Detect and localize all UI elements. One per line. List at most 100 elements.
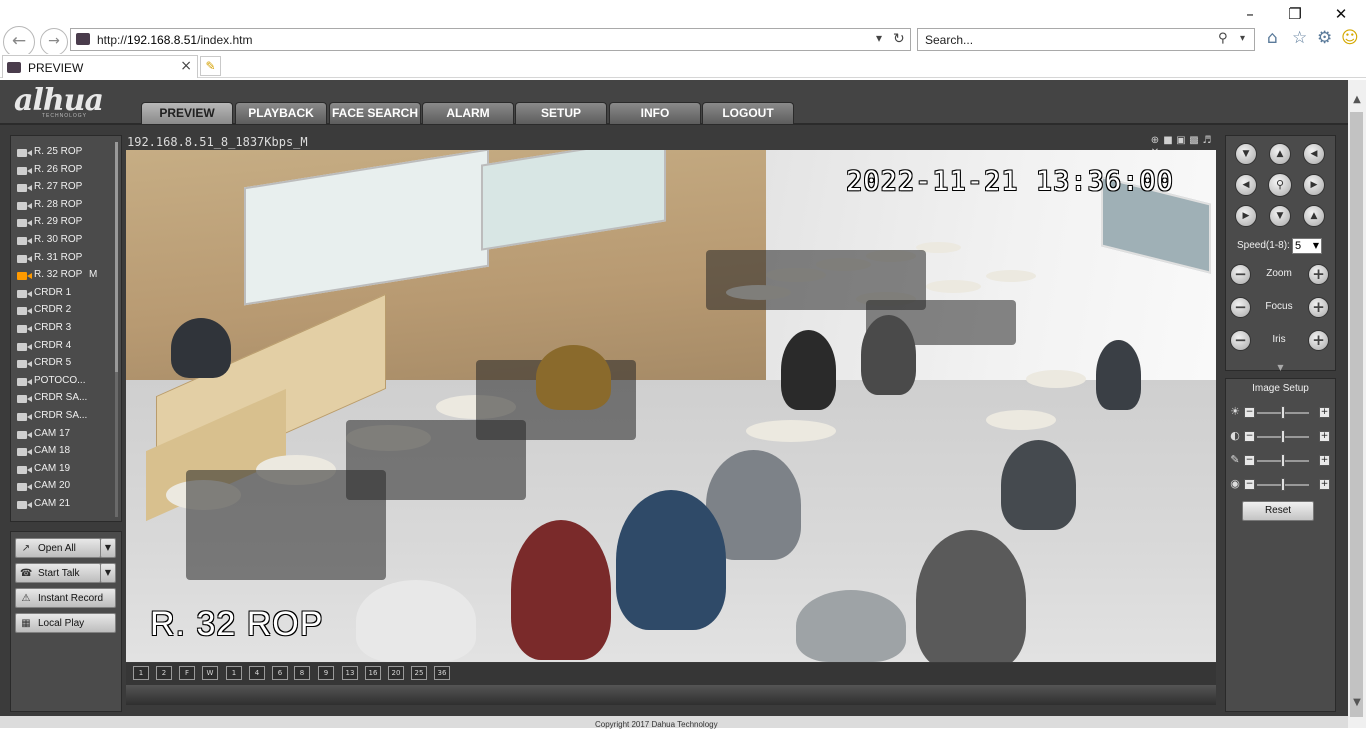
iris-minus-button[interactable]: − [1230, 330, 1251, 351]
search-icon[interactable]: ⚲ [1218, 31, 1228, 46]
channel-item[interactable]: CAM 21 [15, 496, 115, 514]
ptz-3d-position-button[interactable]: ⚲ [1268, 173, 1292, 197]
channel-list-scrollbar[interactable] [115, 142, 118, 517]
saturation-slider-knob[interactable] [1281, 454, 1285, 467]
search-dropdown-icon[interactable]: ▾ [1240, 33, 1245, 44]
close-window-button[interactable]: ✕ [1327, 4, 1355, 24]
menu-logout[interactable]: LOGOUT [702, 102, 794, 124]
scroll-up-icon[interactable]: ▲ [1348, 94, 1366, 105]
ptz-up-left-button[interactable]: ▼ [1235, 143, 1257, 165]
channel-item[interactable]: R. 32 ROP M [15, 267, 115, 285]
menu-face-search[interactable]: FACE SEARCH [329, 102, 421, 124]
scroll-down-icon[interactable]: ▼ [1348, 697, 1366, 708]
contrast-slider-knob[interactable] [1281, 430, 1285, 443]
audio-speaker-icon[interactable]: ♬ [1201, 135, 1213, 147]
contrast-minus-button[interactable]: − [1244, 431, 1255, 442]
layout-option-button[interactable]: 1 [133, 666, 149, 680]
favorites-star-icon[interactable]: ☆ [1292, 28, 1307, 48]
layout-option-button[interactable]: 20 [388, 666, 404, 680]
ptz-left-button[interactable]: ◀ [1235, 174, 1257, 196]
layout-option-button[interactable]: 36 [434, 666, 450, 680]
snapshot-camera-icon[interactable]: ▩ [1188, 135, 1200, 147]
ptz-up-button[interactable]: ▲ [1269, 143, 1291, 165]
brightness-plus-button[interactable]: + [1319, 407, 1330, 418]
channel-item[interactable]: CRDR 2 [15, 302, 115, 320]
hue-slider-knob[interactable] [1281, 478, 1285, 491]
channel-item[interactable]: R. 27 ROP [15, 179, 115, 197]
instant-record-button[interactable]: ⚠ Instant Record [15, 588, 116, 608]
contrast-plus-button[interactable]: + [1319, 431, 1330, 442]
channel-list-scroll-thumb[interactable] [115, 142, 118, 372]
reset-button[interactable]: Reset [1242, 501, 1314, 521]
layout-option-button[interactable]: 2 [156, 666, 172, 680]
channel-item[interactable]: CRDR 5 [15, 355, 115, 373]
address-url[interactable]: http://192.168.8.51/index.htm [97, 33, 252, 47]
menu-playback[interactable]: PLAYBACK [235, 102, 327, 124]
new-tab-button[interactable]: ✎ [200, 56, 221, 76]
channel-item[interactable]: CRDR SA... [15, 390, 115, 408]
saturation-minus-button[interactable]: − [1244, 455, 1255, 466]
layout-option-button[interactable]: 13 [342, 666, 358, 680]
channel-item[interactable]: CRDR 4 [15, 338, 115, 356]
layout-option-button[interactable]: 16 [365, 666, 381, 680]
channel-item[interactable]: R. 26 ROP [15, 162, 115, 180]
layout-option-button[interactable]: 8 [294, 666, 310, 680]
layout-option-button[interactable]: 25 [411, 666, 427, 680]
channel-item[interactable]: R. 30 ROP [15, 232, 115, 250]
channel-item[interactable]: CRDR 1 [15, 285, 115, 303]
focus-minus-button[interactable]: − [1230, 297, 1251, 318]
start-talk-button[interactable]: ☎ Start Talk [15, 563, 101, 583]
ptz-down-right-button[interactable]: ▲ [1303, 205, 1325, 227]
layout-option-button[interactable]: 9 [318, 666, 334, 680]
ptz-collapse-toggle[interactable]: ▼ [1225, 363, 1336, 373]
channel-item[interactable]: R. 29 ROP [15, 214, 115, 232]
channel-item[interactable]: R. 28 ROP [15, 197, 115, 215]
menu-info[interactable]: INFO [609, 102, 701, 124]
fisheye-icon[interactable]: ■ [1162, 135, 1174, 147]
restore-button[interactable]: ❐ [1281, 4, 1309, 24]
channel-item[interactable]: R. 31 ROP [15, 250, 115, 268]
layout-option-button[interactable]: F [179, 666, 195, 680]
page-scrollbar[interactable]: ▲ ▼ [1348, 80, 1366, 728]
channel-item[interactable]: CAM 17 [15, 426, 115, 444]
channel-item[interactable]: CAM 19 [15, 461, 115, 479]
hue-minus-button[interactable]: − [1244, 479, 1255, 490]
hue-plus-button[interactable]: + [1319, 479, 1330, 490]
menu-setup[interactable]: SETUP [515, 102, 607, 124]
channel-item[interactable]: CAM 20 [15, 478, 115, 496]
scrollbar-thumb[interactable] [1350, 112, 1363, 717]
start-talk-dropdown[interactable]: ▼ [100, 563, 116, 583]
channel-item[interactable]: CRDR 3 [15, 320, 115, 338]
layout-option-button[interactable]: 1 [226, 666, 242, 680]
tab-close-icon[interactable]: × [180, 58, 192, 74]
local-play-button[interactable]: ▦ Local Play [15, 613, 116, 633]
ptz-right-button[interactable]: ▶ [1303, 174, 1325, 196]
open-all-button[interactable]: ↗ Open All [15, 538, 101, 558]
saturation-plus-button[interactable]: + [1319, 455, 1330, 466]
layout-option-button[interactable]: 4 [249, 666, 265, 680]
tab-preview[interactable]: PREVIEW × [2, 55, 198, 78]
ptz-up-right-button[interactable]: ◀ [1303, 143, 1325, 165]
channel-item[interactable]: R. 25 ROP [15, 144, 115, 162]
iris-plus-button[interactable]: + [1308, 330, 1329, 351]
brightness-slider-knob[interactable] [1281, 406, 1285, 419]
ptz-down-left-button[interactable]: ▶ [1235, 205, 1257, 227]
minimize-button[interactable]: – [1236, 4, 1264, 24]
settings-gear-icon[interactable]: ⚙ [1317, 28, 1332, 48]
zoom-out-button[interactable]: − [1230, 264, 1251, 285]
address-dropdown-icon[interactable]: ▾ [876, 31, 882, 45]
record-icon[interactable]: ▣ [1175, 135, 1187, 147]
layout-option-button[interactable]: 6 [272, 666, 288, 680]
focus-plus-button[interactable]: + [1308, 297, 1329, 318]
live-video-feed[interactable]: 2022-11-21 13:36:00 R. 32 ROP [126, 150, 1216, 662]
smiley-feedback-icon[interactable]: ☺ [1341, 28, 1359, 48]
open-all-dropdown[interactable]: ▼ [100, 538, 116, 558]
menu-preview[interactable]: PREVIEW [141, 102, 233, 124]
search-box[interactable]: Search... ⚲ ▾ [917, 28, 1255, 51]
menu-alarm[interactable]: ALARM [422, 102, 514, 124]
home-icon[interactable]: ⌂ [1267, 28, 1278, 48]
zoom-in-icon[interactable]: ⊕ [1149, 135, 1161, 147]
channel-item[interactable]: CAM 18 [15, 443, 115, 461]
speed-select[interactable]: 5 ▼ [1292, 238, 1322, 254]
channel-item[interactable]: CRDR SA... [15, 408, 115, 426]
